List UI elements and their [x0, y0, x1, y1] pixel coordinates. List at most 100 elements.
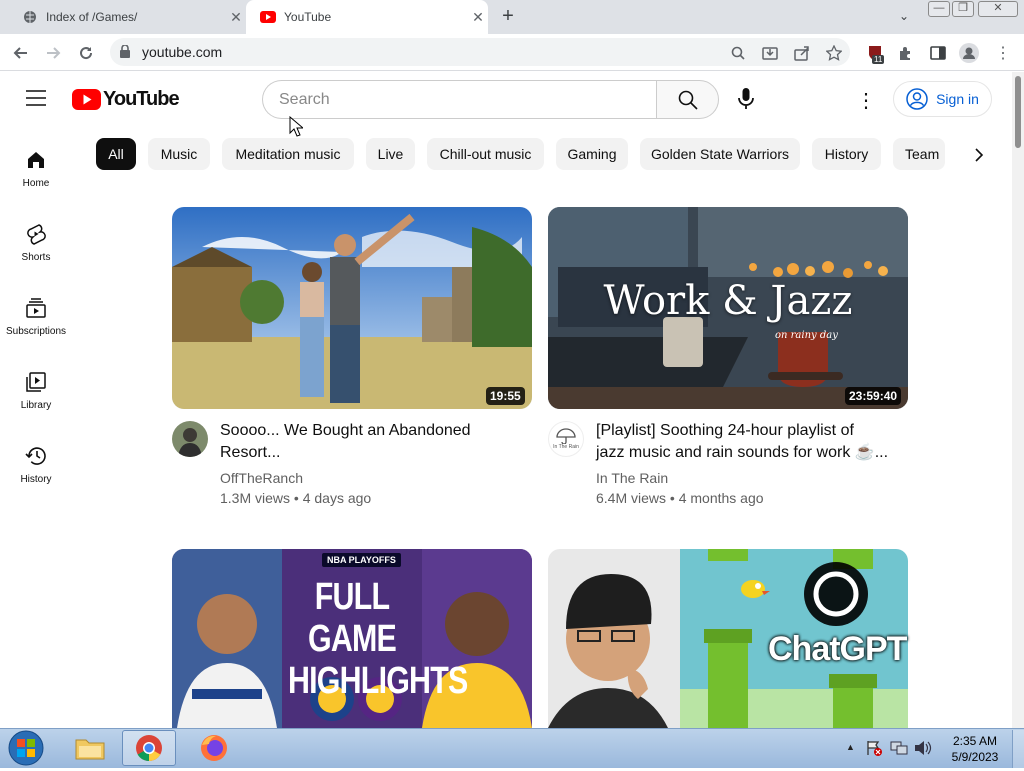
thumbnail-headline-line: FULL GAME	[308, 576, 397, 660]
youtube-wordmark: YouTube	[103, 88, 180, 110]
sidebar-item-home[interactable]: Home	[0, 148, 72, 189]
chips-next-chevron-icon[interactable]	[966, 143, 992, 167]
thumbnail-overlay-text: Work & Jazz	[603, 278, 853, 324]
hamburger-menu-icon[interactable]	[26, 90, 46, 111]
reload-icon[interactable]	[75, 42, 97, 64]
tab-search-chevron-icon[interactable]: ⌄	[892, 9, 916, 27]
taskbar-clock[interactable]: 2:35 AM 5/9/2023	[940, 733, 1010, 765]
chip-music[interactable]: Music	[148, 138, 210, 170]
minimize-button[interactable]: —	[928, 1, 950, 17]
channel-avatar-1[interactable]	[172, 421, 208, 457]
chip-live[interactable]: Live	[366, 138, 415, 170]
volume-icon[interactable]	[914, 740, 932, 761]
new-tab-icon[interactable]: +	[496, 6, 520, 28]
umbrella-icon	[556, 428, 576, 444]
globe-icon	[22, 9, 38, 25]
sidebar-item-shorts[interactable]: Shorts	[0, 222, 72, 263]
history-icon	[25, 444, 47, 468]
video-title-line: Soooo... We Bought an Abandoned	[220, 422, 471, 439]
channel-name-2[interactable]: In The Rain	[596, 468, 668, 488]
lock-icon[interactable]	[120, 44, 130, 63]
video-stats-2: 6.4M views • 4 months ago	[596, 490, 764, 506]
video-title-line: jazz music and rain sounds for work ☕...	[596, 444, 889, 461]
sidebar-label: Subscriptions	[5, 326, 67, 337]
chip-team[interactable]: Team	[893, 138, 945, 170]
share-icon[interactable]	[791, 42, 813, 64]
thumbnail-overlay-text: ChatGPT	[768, 630, 907, 668]
sidebar-label: Shorts	[21, 252, 51, 263]
chip-chill-out-music[interactable]: Chill-out music	[427, 138, 544, 170]
chip-golden-state-warriors[interactable]: Golden State Warriors	[640, 138, 800, 170]
account-circle-icon	[906, 88, 928, 110]
firefox-taskbar-icon[interactable]	[194, 731, 234, 765]
youtube-logo[interactable]: YouTube	[72, 88, 180, 111]
channel-avatar-2[interactable]: In The Rain	[548, 421, 584, 457]
chip-meditation-music[interactable]: Meditation music	[222, 138, 354, 170]
close-tab-icon[interactable]: ✕	[226, 9, 246, 26]
tab-youtube[interactable]: YouTube ✕	[246, 0, 488, 34]
sidebar-item-history[interactable]: History	[0, 444, 72, 485]
home-icon	[26, 148, 46, 172]
video-title-2[interactable]: [Playlist] Soothing 24-hour playlist of …	[596, 420, 908, 464]
library-icon	[26, 370, 46, 394]
side-panel-icon[interactable]	[927, 42, 949, 64]
file-explorer-icon[interactable]	[70, 731, 110, 765]
sidebar-item-library[interactable]: Library	[0, 370, 72, 411]
scrollbar-thumb[interactable]	[1015, 76, 1021, 148]
extensions-puzzle-icon[interactable]	[895, 42, 917, 64]
back-icon[interactable]	[10, 42, 32, 64]
voice-search-mic-icon[interactable]	[738, 88, 754, 115]
extension-badge: 11	[872, 55, 885, 64]
profile-avatar-icon[interactable]	[958, 42, 980, 64]
tab-title: Index of /Games/	[46, 10, 138, 24]
url-text[interactable]: youtube.com	[142, 44, 222, 60]
video-title-line: [Playlist] Soothing 24-hour playlist of	[596, 422, 854, 439]
channel-name-1[interactable]: OffTheRanch	[220, 468, 303, 488]
close-window-button[interactable]: ✕	[978, 1, 1018, 17]
settings-more-icon[interactable]: ⋮	[856, 88, 876, 113]
mouse-cursor-icon	[289, 115, 305, 142]
video-title-line: Resort...	[220, 444, 281, 461]
sign-in-label: Sign in	[936, 91, 979, 107]
sidebar-label: History	[20, 474, 52, 485]
start-button-icon[interactable]	[6, 730, 46, 771]
shorts-icon	[26, 222, 46, 246]
thumbnail-badge: NBA PLAYOFFS	[322, 553, 401, 567]
video-stats-1: 1.3M views • 4 days ago	[220, 490, 372, 506]
thumbnail-image	[172, 207, 532, 409]
network-icon[interactable]	[890, 740, 908, 761]
video-title-1[interactable]: Soooo... We Bought an Abandoned Resort..…	[220, 420, 530, 464]
show-hidden-icons-icon[interactable]: ▲	[846, 742, 855, 752]
show-desktop-button[interactable]	[1012, 730, 1024, 768]
thumbnail-overlay-subtext: on rainy day	[775, 330, 838, 341]
chrome-menu-icon[interactable]: ⋮	[992, 42, 1014, 64]
restore-button[interactable]: ❐	[952, 1, 974, 17]
chrome-taskbar-icon[interactable]	[122, 730, 176, 766]
video-duration-1: 19:55	[486, 387, 525, 405]
thumbnail-headline: FULL GAME HIGHLIGHTS	[288, 576, 468, 702]
sign-in-button[interactable]: Sign in	[893, 81, 992, 117]
avatar-text: In The Rain	[553, 444, 579, 450]
sidebar-item-subscriptions[interactable]: Subscriptions	[0, 296, 72, 337]
clock-date: 5/9/2023	[951, 750, 999, 764]
forward-icon[interactable]	[42, 42, 64, 64]
action-center-flag-icon[interactable]	[866, 740, 882, 761]
search-input[interactable]: Search	[262, 80, 656, 119]
subscriptions-icon	[26, 296, 46, 320]
chip-all[interactable]: All	[96, 138, 136, 170]
close-tab-icon[interactable]: ✕	[468, 9, 488, 26]
bookmark-star-icon[interactable]	[823, 42, 845, 64]
sidebar-label: Library	[20, 400, 52, 411]
video-thumbnail-1[interactable]	[172, 207, 532, 409]
tab-index-games[interactable]: Index of /Games/ ✕	[8, 0, 246, 34]
page-scrollbar[interactable]	[1012, 72, 1024, 728]
chip-history[interactable]: History	[812, 138, 881, 170]
tab-title: YouTube	[284, 10, 332, 24]
chip-gaming[interactable]: Gaming	[556, 138, 628, 170]
install-app-icon[interactable]	[759, 42, 781, 64]
youtube-play-logo-icon	[72, 89, 101, 110]
thumbnail-headline-line: HIGHLIGHTS	[288, 660, 468, 702]
zoom-search-icon[interactable]	[727, 42, 749, 64]
youtube-favicon-icon	[260, 9, 276, 25]
search-button[interactable]	[656, 80, 719, 119]
